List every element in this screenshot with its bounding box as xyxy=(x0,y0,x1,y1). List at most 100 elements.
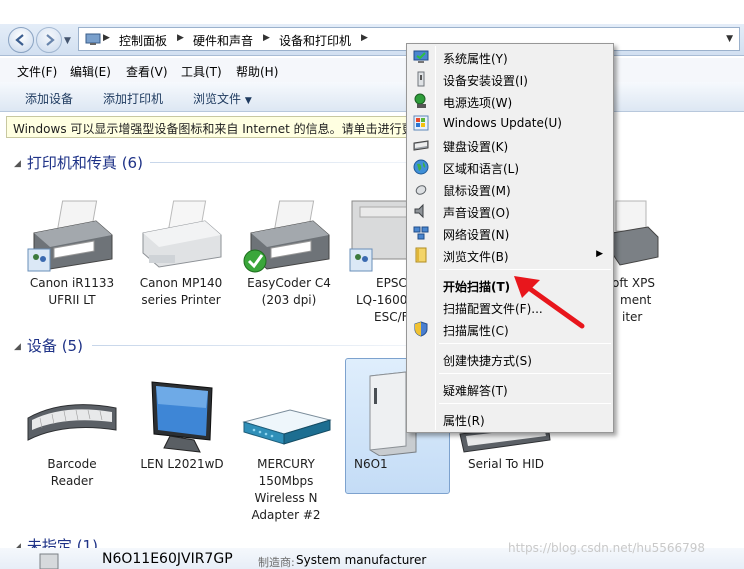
address-dropdown[interactable]: ▼ xyxy=(726,34,733,44)
forward-button[interactable] xyxy=(36,27,62,53)
recent-pages-dropdown[interactable]: ▼ xyxy=(64,36,71,46)
printer-name-line1: Canon MP140 xyxy=(139,276,223,290)
menu-item-label: 键盘设置(K) xyxy=(443,140,509,154)
group-header-devices[interactable]: ◢ 设备 (5) xyxy=(14,335,83,356)
collapse-triangle-icon: ◢ xyxy=(14,342,21,352)
printer-item[interactable]: EasyCoder C4 (203 dpi) xyxy=(239,193,339,309)
context-menu: 系统属性(Y) 设备安装设置(I) 电源选项(W) Windows Update… xyxy=(406,43,614,433)
printer-name-line2: (203 dpi) xyxy=(261,293,317,307)
menu-item-system-properties[interactable]: 系统属性(Y) xyxy=(409,46,611,68)
breadcrumb-separator[interactable]: ▶ xyxy=(103,33,110,43)
menu-file[interactable]: 文件(F) xyxy=(17,63,57,80)
printer-name-line2: UFRII LT xyxy=(48,293,96,307)
manufacturer-label: 制造商: xyxy=(258,556,295,569)
sound-icon xyxy=(414,203,424,219)
group-divider xyxy=(92,345,410,346)
add-device-button[interactable]: 添加设备 xyxy=(25,90,73,107)
breadcrumb-separator[interactable]: ▶ xyxy=(177,33,184,43)
group-divider xyxy=(150,162,410,163)
info-bar[interactable]: Windows 可以显示增强型设备图标和来自 Internet 的信息。请单击进… xyxy=(6,116,426,138)
keyboard-icon xyxy=(413,140,429,151)
device-name-line2: Reader xyxy=(50,474,94,488)
menu-item-power-options[interactable]: 电源选项(W) xyxy=(409,90,611,112)
menu-item-label: 创建快捷方式(S) xyxy=(443,354,532,368)
menu-edit[interactable]: 编辑(E) xyxy=(70,63,111,80)
menu-item-create-shortcut[interactable]: 创建快捷方式(S) xyxy=(409,348,611,370)
shield-icon xyxy=(414,321,428,337)
menu-item-troubleshoot[interactable]: 疑难解答(T) xyxy=(409,378,611,400)
menu-view[interactable]: 查看(V) xyxy=(126,63,168,80)
menu-item-label: 扫描属性(C) xyxy=(443,324,509,338)
printer-icon xyxy=(349,200,408,272)
device-item[interactable]: MERCURY 150Mbps Wireless N Adapter #2 xyxy=(236,378,336,524)
breadcrumb-separator[interactable]: ▶ xyxy=(361,33,368,43)
windows-update-icon xyxy=(413,115,429,131)
submenu-arrow-icon: ▶ xyxy=(596,249,603,259)
device-name-line1: N6O1 xyxy=(354,457,388,471)
menu-item-keyboard[interactable]: 键盘设置(K) xyxy=(409,134,611,156)
command-bar: 添加设备 添加打印机 浏览文件 ▼ xyxy=(0,82,744,112)
group-title-printers: 打印机和传真 (6) xyxy=(26,154,143,172)
menu-help[interactable]: 帮助(H) xyxy=(236,63,278,80)
printer-name-line2: series Printer xyxy=(141,293,221,307)
menu-item-label: 声音设置(O) xyxy=(443,206,510,220)
menu-item-label: 电源选项(W) xyxy=(443,96,513,110)
menu-item-label: 区域和语言(L) xyxy=(443,162,520,176)
printer-name-line2: LQ-1600 xyxy=(356,293,408,307)
chevron-down-icon: ▼ xyxy=(244,96,252,106)
printer-icon xyxy=(142,200,222,268)
breadcrumb-devices-printers[interactable]: 设备和打印机 xyxy=(279,32,351,49)
router-icon xyxy=(242,409,332,445)
breadcrumb-separator[interactable]: ▶ xyxy=(263,33,270,43)
menu-separator xyxy=(439,343,611,344)
printer-item[interactable]: oft XPS ment iter xyxy=(612,193,682,326)
menu-item-label: 设备安装设置(I) xyxy=(443,74,528,88)
group-title-devices: 设备 (5) xyxy=(26,337,83,355)
power-options-icon xyxy=(414,93,426,108)
device-item[interactable]: LEN L2021wD xyxy=(132,378,232,473)
computer-tower-icon xyxy=(39,553,59,569)
menu-tools[interactable]: 工具(T) xyxy=(181,63,222,80)
browse-files-button[interactable]: 浏览文件 ▼ xyxy=(193,90,252,107)
default-printer-check-icon xyxy=(243,249,267,273)
menu-item-label: 网络设置(N) xyxy=(443,228,510,242)
printer-name-line1: Canon iR1133 xyxy=(29,276,115,290)
menu-item-label: 系统属性(Y) xyxy=(443,52,508,66)
menu-item-properties[interactable]: 属性(R) xyxy=(409,408,611,430)
menu-item-windows-update[interactable]: Windows Update(U) xyxy=(409,112,611,134)
menu-item-region-language[interactable]: 区域和语言(L) xyxy=(409,156,611,178)
printer-item[interactable]: Canon MP140 series Printer xyxy=(131,193,231,309)
menu-item-mouse[interactable]: 鼠标设置(M) xyxy=(409,178,611,200)
region-language-icon xyxy=(413,159,429,175)
device-name-line3: Wireless N xyxy=(254,491,318,505)
menu-item-label: 浏览文件(B) xyxy=(443,250,509,264)
menu-item-browse-files[interactable]: 浏览文件(B) ▶ xyxy=(409,244,611,266)
control-panel-icon xyxy=(85,33,101,45)
menu-item-label: Windows Update(U) xyxy=(443,116,562,130)
menu-separator xyxy=(439,373,611,374)
menu-separator xyxy=(439,403,611,404)
add-printer-button[interactable]: 添加打印机 xyxy=(103,90,163,107)
system-properties-icon xyxy=(413,50,429,63)
device-name-line1: LEN L2021wD xyxy=(140,457,224,471)
device-name-line1: MERCURY xyxy=(257,457,315,471)
printer-name-line3: ESC/F xyxy=(374,310,408,324)
menu-item-device-install[interactable]: 设备安装设置(I) xyxy=(409,68,611,90)
breadcrumb-hardware-sound[interactable]: 硬件和声音 xyxy=(193,32,253,49)
device-item[interactable]: Barcode Reader xyxy=(22,378,122,490)
device-install-icon xyxy=(417,71,425,87)
printer-name-line1: oft XPS xyxy=(612,276,655,290)
group-header-printers[interactable]: ◢ 打印机和传真 (6) xyxy=(14,152,143,173)
menu-item-sound[interactable]: 声音设置(O) xyxy=(409,200,611,222)
breadcrumb-control-panel[interactable]: 控制面板 xyxy=(119,32,167,49)
forward-arrow-icon xyxy=(46,34,55,46)
back-button[interactable] xyxy=(8,27,34,53)
monitor-icon xyxy=(151,381,213,453)
device-name-line4: Adapter #2 xyxy=(251,508,321,522)
printer-item[interactable]: Canon iR1133 UFRII LT xyxy=(22,193,122,309)
printer-item[interactable]: EPSC LQ-1600 ESC/F xyxy=(348,193,408,326)
menu-separator xyxy=(439,269,611,270)
shared-users-icon xyxy=(349,248,373,272)
menu-item-network[interactable]: 网络设置(N) xyxy=(409,222,611,244)
menu-item-label: 属性(R) xyxy=(443,414,485,428)
